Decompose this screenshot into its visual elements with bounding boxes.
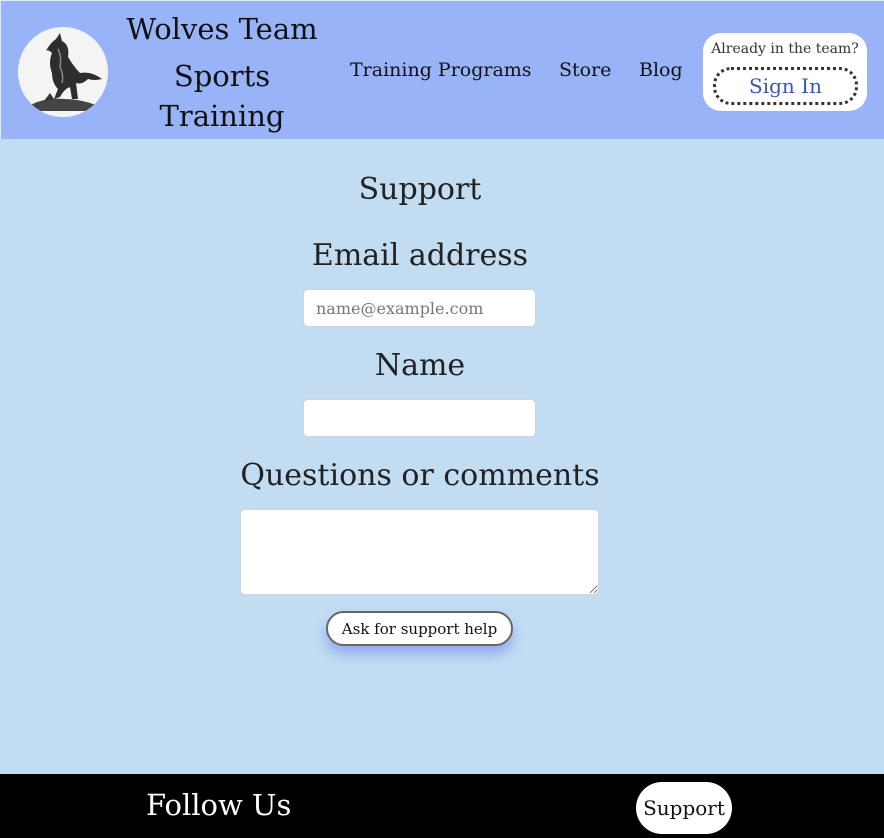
nav-blog[interactable]: Blog: [639, 59, 683, 81]
brand-name[interactable]: Wolves Team Sports Training: [117, 9, 327, 136]
signin-panel: Already in the team? Sign In: [703, 33, 867, 111]
site-footer: Follow Us Support: [0, 774, 884, 838]
submit-support-button[interactable]: Ask for support help: [326, 611, 513, 646]
wolf-logo-svg: [18, 27, 108, 117]
name-label: Name: [374, 348, 466, 383]
sign-in-button[interactable]: Sign In: [713, 67, 858, 105]
wolf-logo-icon[interactable]: [18, 27, 108, 117]
nav-store[interactable]: Store: [559, 59, 611, 81]
brand-line-2: Sports: [173, 59, 271, 93]
email-label: Email address: [311, 238, 529, 273]
site-header: Wolves Team Sports Training Training Pro…: [0, 0, 884, 139]
email-field[interactable]: [303, 289, 536, 327]
name-field[interactable]: [303, 399, 536, 437]
comments-textarea[interactable]: [240, 509, 599, 595]
nav-training-programs[interactable]: Training Programs: [350, 59, 532, 81]
footer-support-button[interactable]: Support: [636, 782, 732, 834]
comments-label: Questions or comments: [240, 458, 600, 493]
signin-caption: Already in the team?: [711, 41, 859, 57]
page-title: Support: [358, 172, 482, 207]
brand-line-3: Training: [159, 99, 285, 133]
follow-us-heading: Follow Us: [146, 788, 292, 822]
brand-line-1: Wolves Team: [126, 12, 318, 46]
